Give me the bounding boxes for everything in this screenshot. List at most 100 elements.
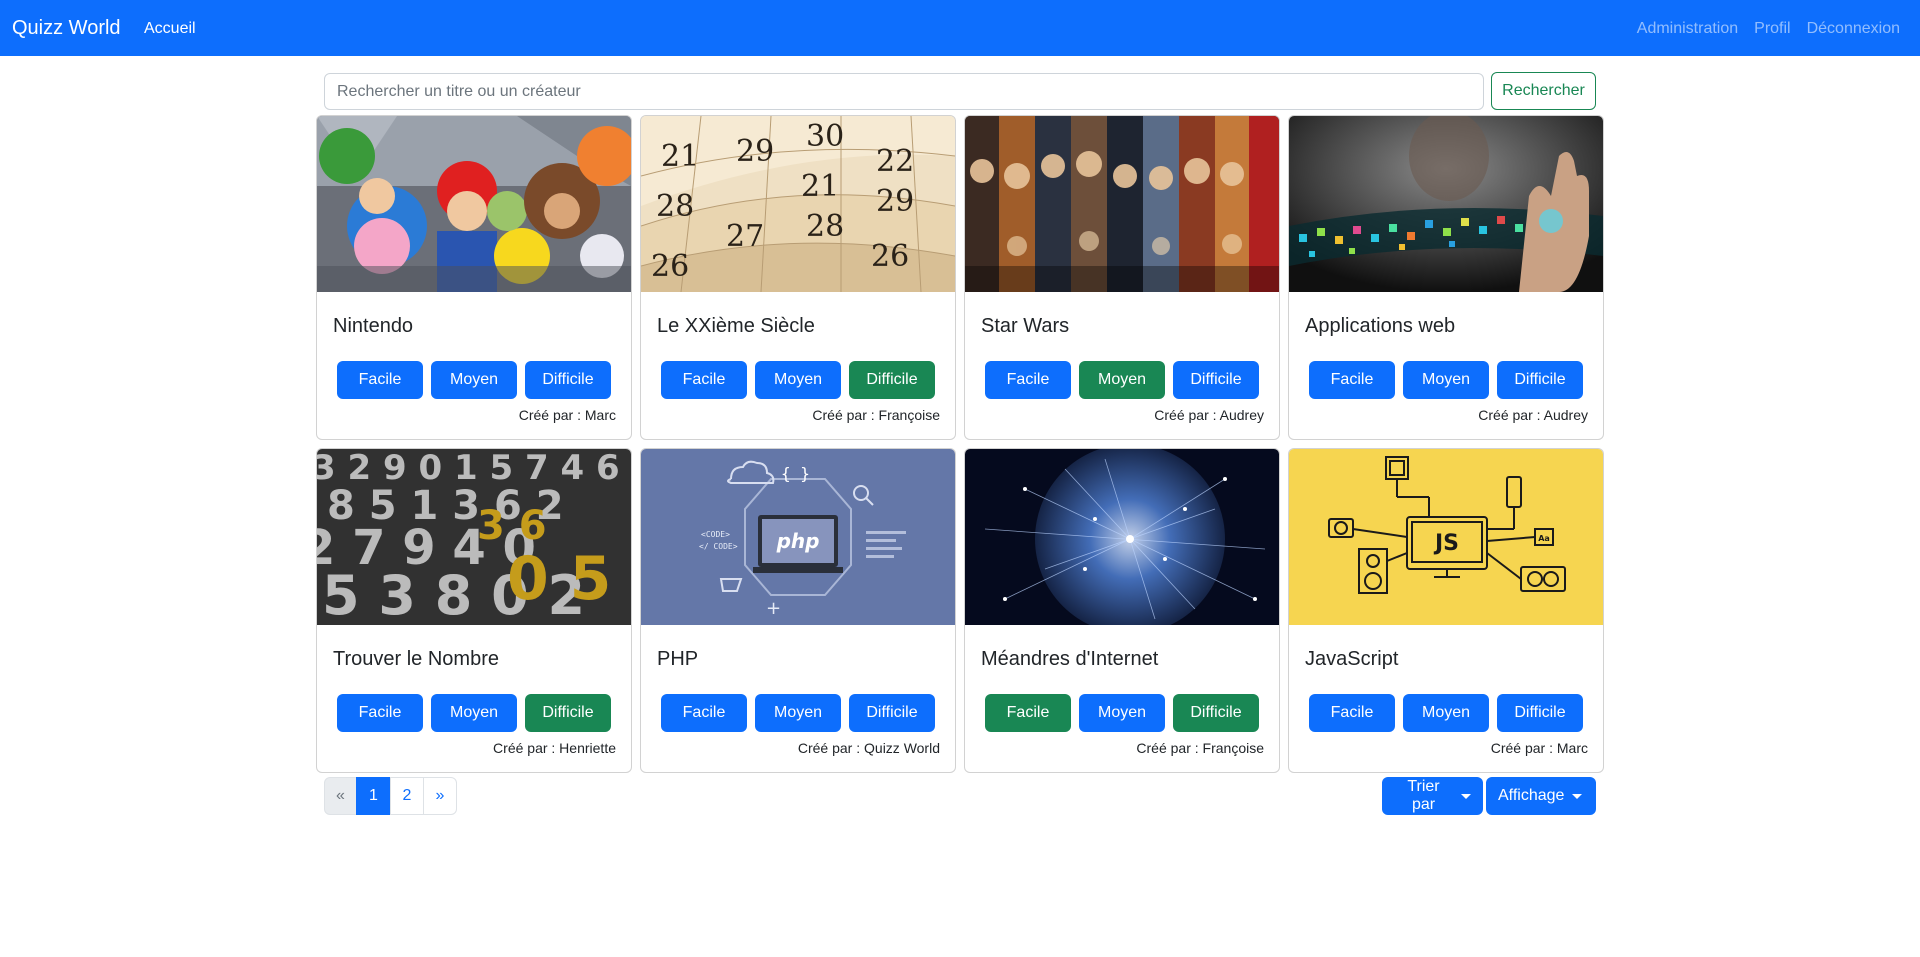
quiz-image-calendar: 21 29 30 22 28 21 29 27 28 26 26	[641, 116, 955, 292]
svg-text:21: 21	[801, 169, 839, 204]
svg-text:php: php	[776, 529, 820, 553]
easy-button[interactable]: Facile	[985, 361, 1071, 399]
nav-right-links: Administration Profil Déconnexion	[1637, 18, 1900, 40]
chevron-down-icon	[1572, 793, 1583, 799]
medium-button[interactable]: Moyen	[431, 361, 517, 399]
svg-text:+: +	[766, 598, 781, 619]
hard-button[interactable]: Difficile	[1497, 361, 1583, 399]
quiz-author: Créé par : Marc	[1490, 740, 1588, 756]
nintendo-image	[317, 116, 631, 292]
quiz-card: Applications web Facile Moyen Difficile …	[1288, 115, 1604, 440]
svg-text:</ CODE>: </ CODE>	[699, 542, 738, 551]
brand-link[interactable]: Quizz World	[12, 14, 121, 42]
hard-button[interactable]: Difficile	[525, 361, 611, 399]
quiz-title: Nintendo	[333, 315, 414, 337]
quiz-title: Applications web	[1305, 315, 1456, 337]
sort-dropdown-button[interactable]: Trier par	[1382, 777, 1483, 815]
svg-text:JS: JS	[1433, 531, 1459, 556]
search-input[interactable]	[324, 73, 1484, 110]
quiz-image-star-wars	[965, 116, 1279, 292]
quiz-title: Le XXième Siècle	[657, 315, 815, 337]
navbar: Quizz World Accueil Administration Profi…	[0, 0, 1920, 56]
svg-text:21: 21	[661, 139, 699, 174]
quiz-author: Créé par : Audrey	[1154, 407, 1264, 423]
medium-button[interactable]: Moyen	[755, 694, 841, 732]
svg-text:28: 28	[806, 209, 844, 244]
web-apps-image	[1289, 116, 1603, 292]
pagination-prev[interactable]: «	[324, 777, 357, 815]
svg-text:Aa: Aa	[1538, 534, 1550, 543]
quiz-title: Méandres d'Internet	[981, 648, 1159, 670]
chevron-down-icon	[1461, 793, 1471, 799]
nav-home-link[interactable]: Accueil	[144, 18, 196, 40]
svg-text:{ }: { }	[781, 464, 810, 483]
network-image	[965, 449, 1279, 625]
svg-text:29: 29	[876, 184, 914, 219]
quiz-author: Créé par : Audrey	[1478, 407, 1588, 423]
medium-button[interactable]: Moyen	[1403, 694, 1489, 732]
search-button[interactable]: Rechercher	[1491, 72, 1596, 110]
svg-text:28: 28	[656, 189, 694, 224]
quiz-author: Créé par : Quizz World	[797, 740, 940, 756]
easy-button[interactable]: Facile	[661, 694, 747, 732]
hard-button[interactable]: Difficile	[1173, 694, 1259, 732]
difficulty-buttons: Facile Moyen Difficile	[1309, 361, 1583, 399]
difficulty-buttons: Facile Moyen Difficile	[985, 361, 1259, 399]
easy-button[interactable]: Facile	[337, 694, 423, 732]
difficulty-buttons: Facile Moyen Difficile	[661, 361, 935, 399]
quiz-card: Méandres d'Internet Facile Moyen Diffici…	[964, 448, 1280, 773]
quiz-title: JavaScript	[1305, 648, 1399, 670]
svg-text:26: 26	[651, 249, 689, 284]
quiz-card: 21 29 30 22 28 21 29 27 28 26 26 Le XXiè…	[640, 115, 956, 440]
nav-profile-link[interactable]: Profil	[1754, 18, 1790, 40]
svg-text:27: 27	[726, 219, 764, 254]
quiz-title: Trouver le Nombre	[333, 648, 499, 670]
difficulty-buttons: Facile Moyen Difficile	[1309, 694, 1583, 732]
svg-text:<CODE>: <CODE>	[701, 530, 730, 539]
star-wars-image	[965, 116, 1279, 292]
medium-button[interactable]: Moyen	[1079, 694, 1165, 732]
hard-button[interactable]: Difficile	[849, 694, 935, 732]
quiz-title: Star Wars	[981, 315, 1070, 337]
easy-button[interactable]: Facile	[1309, 361, 1395, 399]
pagination-next[interactable]: »	[423, 777, 457, 815]
quiz-author: Créé par : Françoise	[1136, 740, 1264, 756]
quiz-card: Nintendo Facile Moyen Difficile Créé par…	[316, 115, 632, 440]
display-dropdown-label: Affichage	[1498, 787, 1565, 804]
sort-dropdown-label: Trier par	[1407, 778, 1440, 813]
hard-button[interactable]: Difficile	[849, 361, 935, 399]
easy-button[interactable]: Facile	[337, 361, 423, 399]
hard-button[interactable]: Difficile	[1173, 361, 1259, 399]
quiz-card: 3 2 9 0 1 5 7 4 6 8 5 1 3 6 2 2 7 9 4 0 …	[316, 448, 632, 773]
quiz-image-web-apps	[1289, 116, 1603, 292]
numbers-image: 3 2 9 0 1 5 7 4 6 8 5 1 3 6 2 2 7 9 4 0 …	[317, 449, 631, 625]
quiz-image-nintendo	[317, 116, 631, 292]
medium-button[interactable]: Moyen	[1403, 361, 1489, 399]
quiz-author: Créé par : Françoise	[812, 407, 940, 423]
medium-button[interactable]: Moyen	[755, 361, 841, 399]
hard-button[interactable]: Difficile	[525, 694, 611, 732]
quiz-card: JS Aa JavaScript Facile Moyen Difficile …	[1288, 448, 1604, 773]
difficulty-buttons: Facile Moyen Difficile	[337, 361, 611, 399]
svg-text:22: 22	[876, 144, 914, 179]
medium-button[interactable]: Moyen	[1079, 361, 1165, 399]
quiz-image-numbers: 3 2 9 0 1 5 7 4 6 8 5 1 3 6 2 2 7 9 4 0 …	[317, 449, 631, 625]
pagination-page-2[interactable]: 2	[390, 777, 424, 815]
nav-admin-link[interactable]: Administration	[1637, 18, 1738, 40]
hard-button[interactable]: Difficile	[1497, 694, 1583, 732]
difficulty-buttons: Facile Moyen Difficile	[661, 694, 935, 732]
nav-logout-link[interactable]: Déconnexion	[1807, 18, 1900, 40]
display-dropdown-button[interactable]: Affichage	[1486, 777, 1596, 815]
medium-button[interactable]: Moyen	[431, 694, 517, 732]
easy-button[interactable]: Facile	[985, 694, 1071, 732]
pagination-page-1[interactable]: 1	[356, 777, 391, 815]
calendar-image: 21 29 30 22 28 21 29 27 28 26 26	[641, 116, 955, 292]
svg-text:26: 26	[871, 239, 909, 274]
php-image: php { } <CODE> </ CODE> +	[641, 449, 955, 625]
svg-text:29: 29	[736, 134, 774, 169]
quiz-image-network	[965, 449, 1279, 625]
easy-button[interactable]: Facile	[1309, 694, 1395, 732]
easy-button[interactable]: Facile	[661, 361, 747, 399]
difficulty-buttons: Facile Moyen Difficile	[337, 694, 611, 732]
quiz-image-javascript: JS Aa	[1289, 449, 1603, 625]
